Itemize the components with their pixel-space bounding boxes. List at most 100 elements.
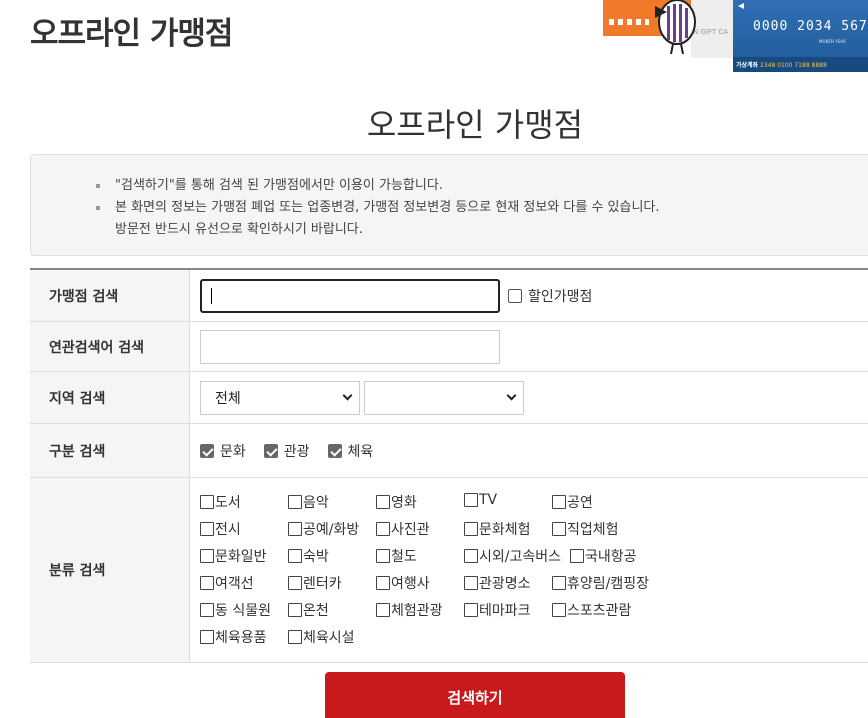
category-option[interactable]: 음악 — [288, 492, 329, 512]
discount-merchant-checkbox[interactable]: 할인가맹점 — [508, 286, 592, 306]
category-label: 음악 — [303, 495, 329, 511]
category-checkbox[interactable] — [464, 493, 478, 507]
category-option[interactable]: 여행사 — [376, 573, 430, 593]
category-checkbox[interactable] — [552, 576, 566, 590]
merchant-search-input[interactable] — [200, 278, 500, 313]
category-option[interactable]: 전시 — [200, 519, 241, 539]
category-checkbox[interactable] — [288, 549, 302, 563]
category-option[interactable]: 철도 — [376, 546, 417, 566]
category-checkbox[interactable] — [552, 522, 566, 536]
category-checkbox[interactable] — [200, 603, 214, 617]
category-checkbox[interactable] — [376, 522, 390, 536]
category-option[interactable]: 체험관광 — [376, 600, 443, 620]
page-title: 오프라인 가맹점 — [366, 106, 584, 144]
category-checkbox[interactable] — [288, 522, 302, 536]
category-option[interactable]: 렌터카 — [288, 573, 342, 593]
category-checkbox[interactable] — [464, 522, 478, 536]
region-search-label: 지역 검색 — [30, 372, 190, 423]
category-label: 국내항공 — [585, 549, 637, 565]
category-option[interactable]: 도서 — [200, 492, 241, 512]
category-label: 철도 — [391, 549, 417, 565]
promo-banner[interactable]: N GIFT CA 0000 2034 5678 9 MONTH YEAR 가상… — [603, 0, 868, 72]
category-label: 관광명소 — [479, 576, 531, 592]
category-checkbox[interactable] — [200, 495, 214, 509]
region-select-1[interactable]: 전체 — [200, 380, 360, 415]
category-option[interactable]: 시외/고속버스 — [464, 546, 561, 566]
category-option[interactable]: 체육시설 — [288, 627, 355, 647]
category-checkbox[interactable] — [570, 549, 584, 563]
category-checkbox[interactable] — [376, 576, 390, 590]
category-label: 숙박 — [303, 549, 329, 565]
category-checkbox[interactable] — [464, 576, 478, 590]
card-graphic: 0000 2034 5678 9 MONTH YEAR 가상계좌 2348 01… — [733, 0, 868, 72]
category-checkbox[interactable] — [288, 576, 302, 590]
category-label: 여행사 — [391, 576, 430, 592]
category-option[interactable]: TV — [464, 492, 497, 508]
category-option[interactable]: 공예/화방 — [288, 519, 359, 539]
type-culture-checkbox[interactable] — [200, 443, 214, 458]
category-option[interactable]: 동 식물원 — [200, 600, 271, 620]
category-checkbox[interactable] — [552, 603, 566, 617]
type-tourism-checkbox[interactable] — [263, 443, 278, 458]
category-checkbox[interactable] — [288, 495, 302, 509]
category-option[interactable]: 사진관 — [376, 519, 430, 539]
category-label: 시외/고속버스 — [479, 549, 561, 565]
header-title: 오프라인 가맹점 — [30, 16, 233, 52]
category-option[interactable]: 공연 — [552, 492, 593, 512]
category-label: 여객선 — [215, 576, 254, 592]
category-label: 체육시설 — [303, 630, 355, 646]
type-sports-checkbox[interactable] — [327, 443, 342, 458]
type-option-tourism[interactable]: 관광 — [263, 441, 310, 461]
category-checkbox[interactable] — [464, 549, 478, 563]
category-label: 영화 — [391, 495, 417, 511]
category-checkbox[interactable] — [376, 603, 390, 617]
search-button[interactable]: 검색하기 — [325, 672, 625, 718]
category-option[interactable]: 휴양림/캠핑장 — [552, 573, 649, 593]
category-option[interactable]: 국내항공 — [570, 546, 637, 566]
merchant-search-label: 가맹점 검색 — [30, 270, 190, 321]
category-checkbox[interactable] — [376, 549, 390, 563]
category-label: 사진관 — [391, 522, 430, 538]
category-option[interactable]: 여객선 — [200, 573, 254, 593]
discount-checkbox-box[interactable] — [508, 288, 522, 303]
account-text: 가상계좌 2348 0100 7188 8888 — [736, 62, 827, 69]
related-search-label: 연관검색어 검색 — [30, 322, 190, 371]
category-checkbox[interactable] — [464, 603, 478, 617]
category-option[interactable]: 온천 — [288, 600, 329, 620]
category-option[interactable]: 숙박 — [288, 546, 329, 566]
category-checkbox[interactable] — [200, 630, 214, 644]
category-checkbox[interactable] — [200, 522, 214, 536]
category-option[interactable]: 문화체험 — [464, 519, 531, 539]
category-label: TV — [479, 492, 498, 508]
card-number: 0000 2034 5678 9 — [753, 19, 868, 34]
region-search-row: 지역 검색 전체 — [30, 372, 868, 424]
category-label: 스포츠관람 — [567, 603, 632, 619]
category-label: 공예/화방 — [303, 522, 360, 538]
category-option[interactable]: 직업체험 — [552, 519, 619, 539]
category-search-row: 분류 검색 도서 음악 영화 TV 공연 전시 공예/화방 사진관 문화체험 직업체험 문화일반 숙박… — [30, 478, 868, 663]
category-checkbox[interactable] — [200, 549, 214, 563]
category-checkbox[interactable] — [376, 495, 390, 509]
category-option[interactable]: 영화 — [376, 492, 417, 512]
category-option[interactable]: 테마파크 — [464, 600, 531, 620]
category-option[interactable]: 관광명소 — [464, 573, 531, 593]
region-select-2[interactable] — [364, 380, 524, 415]
category-checkbox[interactable] — [288, 603, 302, 617]
type-sports-label: 체육 — [347, 443, 374, 460]
category-option[interactable]: 스포츠관람 — [552, 600, 631, 620]
card-sub-text: MONTH YEAR — [819, 39, 846, 44]
type-search-row: 구분 검색 문화 관광 체육 — [30, 424, 868, 478]
type-option-culture[interactable]: 문화 — [200, 441, 246, 461]
category-label: 동 식물원 — [215, 603, 271, 619]
related-search-input[interactable] — [200, 329, 500, 364]
category-checkbox[interactable] — [288, 630, 302, 644]
gift-card-text: N GIFT CA — [693, 28, 729, 36]
category-checkbox[interactable] — [552, 495, 566, 509]
category-checkbox[interactable] — [200, 576, 214, 590]
type-culture-label: 문화 — [220, 443, 246, 460]
type-option-sports[interactable]: 체육 — [327, 441, 374, 461]
chevron-down-icon — [342, 390, 353, 401]
category-label: 체육용품 — [215, 630, 267, 646]
category-option[interactable]: 체육용품 — [200, 627, 267, 647]
category-option[interactable]: 문화일반 — [200, 546, 267, 566]
